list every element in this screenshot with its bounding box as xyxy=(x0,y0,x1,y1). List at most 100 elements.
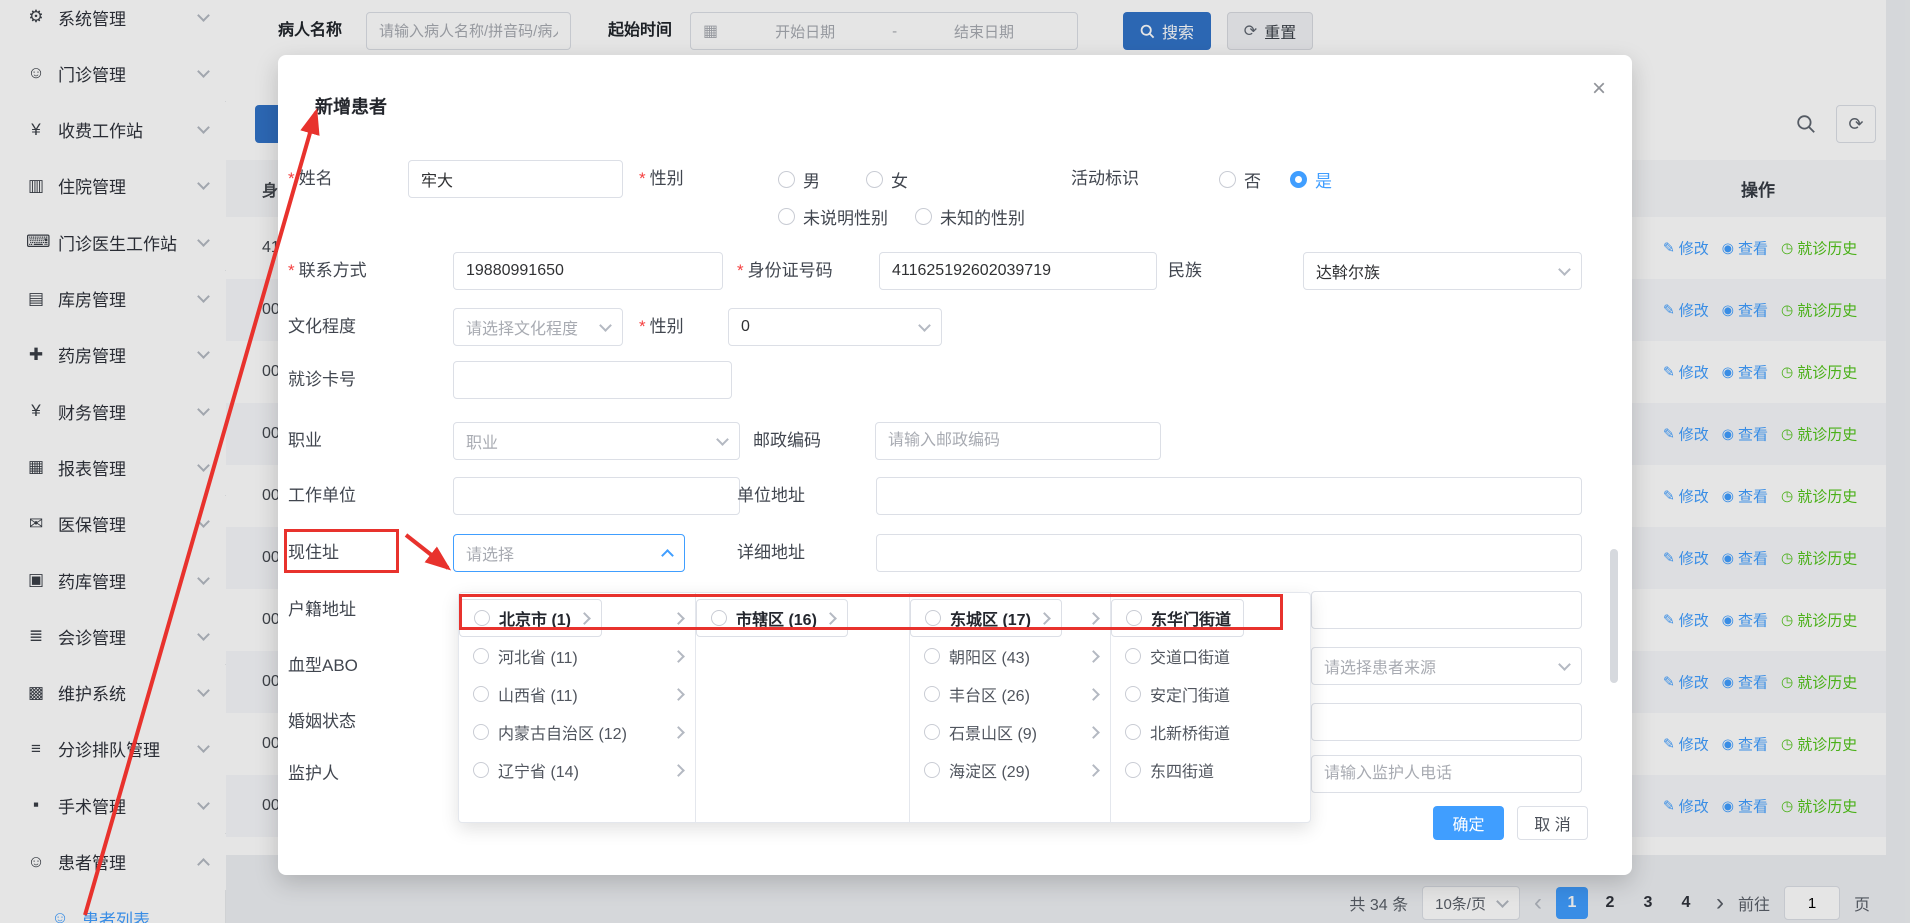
cascader-option-label: 朝阳区 (43) xyxy=(949,644,1080,668)
radio-icon xyxy=(866,171,883,188)
radio-active-yes[interactable]: 是 xyxy=(1290,160,1332,198)
ethnicity-select[interactable]: 达斡尔族 xyxy=(1303,252,1582,290)
marital-status-input[interactable] xyxy=(1311,703,1582,741)
chevron-right-icon xyxy=(672,726,685,739)
cascader-column-2: 市辖区 (16) xyxy=(696,593,910,822)
unit-address-input[interactable] xyxy=(876,477,1582,515)
radio-icon xyxy=(473,724,489,740)
detail-address-input[interactable] xyxy=(876,534,1582,572)
chevron-right-icon xyxy=(1087,650,1100,663)
occupation-label: 职业 xyxy=(288,422,322,460)
radio-icon xyxy=(1125,648,1141,664)
cascader-option[interactable]: 内蒙古自治区 (12) xyxy=(459,713,695,751)
radio-icon xyxy=(711,610,727,626)
cascader-option[interactable]: 丰台区 (26) xyxy=(910,675,1110,713)
postal-code-input[interactable] xyxy=(875,422,1161,460)
chevron-right-icon xyxy=(1087,612,1100,625)
radio-icon xyxy=(1125,724,1141,740)
radio-icon xyxy=(474,610,490,626)
guardian-phone-input[interactable] xyxy=(1311,755,1582,793)
cancel-button[interactable]: 取 消 xyxy=(1517,806,1588,840)
radio-icon xyxy=(915,208,932,225)
cascader-option[interactable]: 山西省 (11) xyxy=(459,675,695,713)
radio-icon xyxy=(473,686,489,702)
chevron-down-icon xyxy=(716,433,729,446)
name-input[interactable] xyxy=(408,160,623,198)
id-number-input[interactable] xyxy=(879,252,1157,290)
unit-address-label: 单位地址 xyxy=(737,477,805,515)
cascader-option[interactable]: 安定门街道 xyxy=(1111,675,1311,713)
postal-code-label: 邮政编码 xyxy=(753,422,821,460)
radio-female[interactable]: 女 xyxy=(866,160,908,198)
chevron-right-icon xyxy=(672,612,685,625)
cascader-option[interactable]: 东华门街道 xyxy=(1111,599,1244,637)
cascader-option-label: 辽宁省 (14) xyxy=(498,758,665,782)
radio-gender-unknown[interactable]: 未知的性别 xyxy=(915,197,1025,235)
education-select[interactable]: 请选择文化程度 xyxy=(453,308,623,346)
cascader-option[interactable]: 交道口街道 xyxy=(1111,637,1311,675)
work-unit-label: 工作单位 xyxy=(288,477,356,515)
chevron-up-icon xyxy=(661,549,674,562)
visit-card-input[interactable] xyxy=(453,361,732,399)
contact-label: *联系方式 xyxy=(288,252,367,290)
patient-source-select[interactable]: 请选择患者来源 xyxy=(1311,647,1582,685)
cascader-option-label: 山西省 (11) xyxy=(498,682,665,706)
cascader-option[interactable]: 朝阳区 (43) xyxy=(910,637,1110,675)
radio-active-no[interactable]: 否 xyxy=(1219,160,1261,198)
work-unit-input[interactable] xyxy=(453,477,740,515)
chevron-right-icon xyxy=(672,650,685,663)
radio-male[interactable]: 男 xyxy=(778,160,820,198)
chevron-right-icon xyxy=(824,612,837,625)
app: 病人名称 起始时间 ▦ 开始日期 - 结束日期 搜索 ⟳ 重置 + ⟳ 身份证号… xyxy=(0,0,1910,923)
cascader-option-label: 丰台区 (26) xyxy=(949,682,1080,706)
cascader-column-4: 东华门街道景山街道交道口街道安定门街道北新桥街道东四街道 xyxy=(1111,593,1311,822)
cascader-option[interactable]: 辽宁省 (14) xyxy=(459,751,695,789)
cascader-option-label: 石景山区 (9) xyxy=(949,720,1080,744)
radio-icon xyxy=(778,208,795,225)
radio-gender-unstated[interactable]: 未说明性别 xyxy=(778,197,888,235)
add-patient-dialog: 新增患者 × *姓名 *性别 男 女 活动标识 否 是 未说明性别 未知的性别 … xyxy=(278,55,1632,875)
gender-code-select[interactable]: 0 xyxy=(728,308,942,346)
radio-icon xyxy=(1125,762,1141,778)
cascader-option[interactable]: 市辖区 (16) xyxy=(696,599,848,637)
chevron-right-icon xyxy=(578,612,591,625)
radio-icon xyxy=(1126,610,1142,626)
chevron-right-icon xyxy=(1038,612,1051,625)
ethnicity-label: 民族 xyxy=(1168,252,1202,290)
radio-icon xyxy=(778,171,795,188)
cascader-option[interactable]: 东城区 (17) xyxy=(910,599,1062,637)
guardian-label: 监护人 xyxy=(288,755,339,793)
confirm-button[interactable]: 确定 xyxy=(1433,806,1504,840)
radio-icon xyxy=(473,762,489,778)
education-label: 文化程度 xyxy=(288,308,356,346)
household-address-input[interactable] xyxy=(1311,591,1582,629)
radio-icon xyxy=(925,610,941,626)
cascader-option-label: 河北省 (11) xyxy=(498,644,665,668)
cascader-option[interactable]: 北京市 (1) xyxy=(459,599,602,637)
radio-icon xyxy=(924,762,940,778)
chevron-down-icon xyxy=(918,319,931,332)
radio-icon xyxy=(924,724,940,740)
active-flag-label: 活动标识 xyxy=(1071,160,1139,198)
chevron-right-icon xyxy=(672,764,685,777)
cascader-option[interactable]: 东四街道 xyxy=(1111,751,1311,789)
cascader-option-label: 海淀区 (29) xyxy=(949,758,1080,782)
close-icon[interactable]: × xyxy=(1592,75,1606,103)
cascader-column-1: 北京市 (1)天津市 (1)河北省 (11)山西省 (11)内蒙古自治区 (12… xyxy=(459,593,696,822)
cascader-option[interactable]: 石景山区 (9) xyxy=(910,713,1110,751)
cascader-option-label: 东华门街道 xyxy=(1151,606,1231,630)
cascader-option-label: 安定门街道 xyxy=(1150,682,1300,706)
cascader-option[interactable]: 海淀区 (29) xyxy=(910,751,1110,789)
gender-label: *性别 xyxy=(639,160,684,198)
current-address-select[interactable]: 请选择 xyxy=(453,534,685,572)
cascader-option-label: 东四街道 xyxy=(1150,758,1300,782)
occupation-select[interactable]: 职业 xyxy=(453,422,740,460)
blood-type-label: 血型ABO xyxy=(288,647,358,685)
cascader-option-label: 交道口街道 xyxy=(1150,644,1300,668)
cascader-option[interactable]: 北新桥街道 xyxy=(1111,713,1311,751)
contact-input[interactable] xyxy=(453,252,723,290)
radio-icon xyxy=(473,648,489,664)
household-address-label: 户籍地址 xyxy=(288,591,356,629)
cascader-option[interactable]: 河北省 (11) xyxy=(459,637,695,675)
modal-scrollbar[interactable] xyxy=(1610,549,1618,683)
